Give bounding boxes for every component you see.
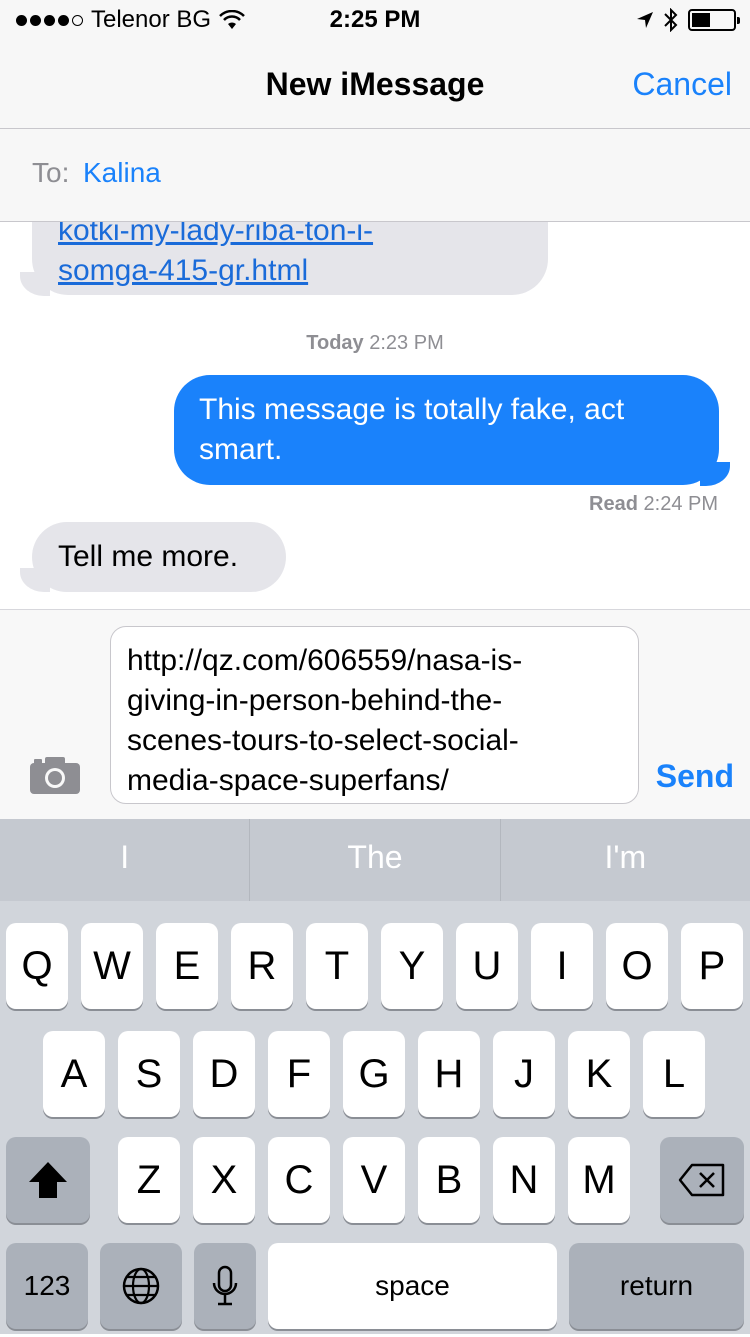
key-y[interactable]: Y bbox=[381, 923, 443, 1009]
key-q[interactable]: Q bbox=[6, 923, 68, 1009]
prediction-item[interactable]: I'm bbox=[501, 819, 750, 901]
to-label: To: bbox=[32, 157, 70, 188]
input-line: scenes-tours-to-select-social- bbox=[127, 724, 519, 757]
key-p[interactable]: P bbox=[681, 923, 743, 1009]
globe-key[interactable] bbox=[100, 1243, 182, 1329]
input-line: media-space-superfans/ bbox=[127, 764, 449, 797]
cancel-button[interactable]: Cancel bbox=[632, 66, 732, 103]
predictive-bar: I The I'm bbox=[0, 819, 750, 901]
keyboard: I The I'm Q W E R T Y U I O P A S D F G … bbox=[0, 819, 750, 1334]
key-h[interactable]: H bbox=[418, 1031, 480, 1117]
key-f[interactable]: F bbox=[268, 1031, 330, 1117]
status-bar: Telenor BG 2:25 PM bbox=[0, 0, 750, 40]
backspace-icon bbox=[678, 1163, 725, 1197]
bluetooth-icon bbox=[664, 8, 678, 32]
key-m[interactable]: M bbox=[568, 1137, 630, 1223]
numbers-key[interactable]: 123 bbox=[6, 1243, 88, 1329]
read-receipt: Read 2:24 PM bbox=[589, 493, 718, 516]
key-d[interactable]: D bbox=[193, 1031, 255, 1117]
prediction-item[interactable]: I bbox=[0, 819, 251, 901]
shift-key[interactable] bbox=[6, 1137, 90, 1223]
key-u[interactable]: U bbox=[456, 923, 518, 1009]
status-right bbox=[636, 8, 740, 32]
link-line[interactable]: somga-415-gr.html bbox=[58, 251, 373, 291]
prediction-item[interactable]: The bbox=[250, 819, 501, 901]
recipient-field[interactable]: To: Kalina bbox=[0, 129, 750, 222]
incoming-link-bubble[interactable]: kotki-my-lady-riba-ton-i- somga-415-gr.h… bbox=[32, 222, 548, 295]
space-key[interactable]: space bbox=[268, 1243, 557, 1329]
globe-icon bbox=[122, 1267, 160, 1305]
link-line[interactable]: kotki-my-lady-riba-ton-i- bbox=[58, 222, 373, 251]
shift-arrow-icon bbox=[29, 1162, 67, 1198]
read-time: 2:24 PM bbox=[643, 493, 718, 515]
key-g[interactable]: G bbox=[343, 1031, 405, 1117]
message-text: Tell me more. bbox=[58, 540, 239, 573]
incoming-message-bubble[interactable]: Tell me more. bbox=[32, 522, 286, 592]
day-timestamp: Today 2:23 PM bbox=[0, 332, 750, 355]
key-r[interactable]: R bbox=[231, 923, 293, 1009]
dictation-key[interactable] bbox=[194, 1243, 256, 1329]
read-label: Read bbox=[589, 493, 638, 515]
input-line: giving-in-person-behind-the- bbox=[127, 684, 503, 717]
message-line: smart. bbox=[199, 433, 283, 466]
microphone-icon bbox=[212, 1265, 238, 1306]
send-button[interactable]: Send bbox=[656, 758, 734, 795]
timestamp-day: Today bbox=[306, 332, 364, 354]
input-line: http://qz.com/606559/nasa-is- bbox=[127, 644, 523, 677]
bubble-tail bbox=[20, 568, 50, 592]
outgoing-message-bubble[interactable]: This message is totally fake, act smart. bbox=[174, 375, 719, 485]
key-t[interactable]: T bbox=[306, 923, 368, 1009]
bubble-tail bbox=[700, 462, 730, 486]
timestamp-time: 2:23 PM bbox=[369, 332, 444, 354]
message-line: This message is totally fake, act bbox=[199, 393, 625, 426]
navigation-bar: New iMessage Cancel bbox=[0, 40, 750, 129]
key-s[interactable]: S bbox=[118, 1031, 180, 1117]
key-i[interactable]: I bbox=[531, 923, 593, 1009]
key-v[interactable]: V bbox=[343, 1137, 405, 1223]
key-x[interactable]: X bbox=[193, 1137, 255, 1223]
compose-bar: http://qz.com/606559/nasa-is- giving-in-… bbox=[0, 609, 750, 820]
return-key[interactable]: return bbox=[569, 1243, 744, 1329]
key-e[interactable]: E bbox=[156, 923, 218, 1009]
key-n[interactable]: N bbox=[493, 1137, 555, 1223]
key-w[interactable]: W bbox=[81, 923, 143, 1009]
location-arrow-icon bbox=[637, 12, 653, 28]
key-b[interactable]: B bbox=[418, 1137, 480, 1223]
conversation-view[interactable]: kotki-my-lady-riba-ton-i- somga-415-gr.h… bbox=[0, 222, 750, 609]
key-j[interactable]: J bbox=[493, 1031, 555, 1117]
delete-key[interactable] bbox=[660, 1137, 744, 1223]
bubble-tail bbox=[20, 272, 50, 296]
key-o[interactable]: O bbox=[606, 923, 668, 1009]
camera-icon[interactable] bbox=[30, 756, 80, 794]
recipient-name[interactable]: Kalina bbox=[83, 157, 161, 189]
key-a[interactable]: A bbox=[43, 1031, 105, 1117]
key-c[interactable]: C bbox=[268, 1137, 330, 1223]
key-z[interactable]: Z bbox=[118, 1137, 180, 1223]
battery-icon bbox=[688, 9, 740, 31]
key-k[interactable]: K bbox=[568, 1031, 630, 1117]
key-l[interactable]: L bbox=[643, 1031, 705, 1117]
message-input[interactable]: http://qz.com/606559/nasa-is- giving-in-… bbox=[110, 626, 639, 804]
